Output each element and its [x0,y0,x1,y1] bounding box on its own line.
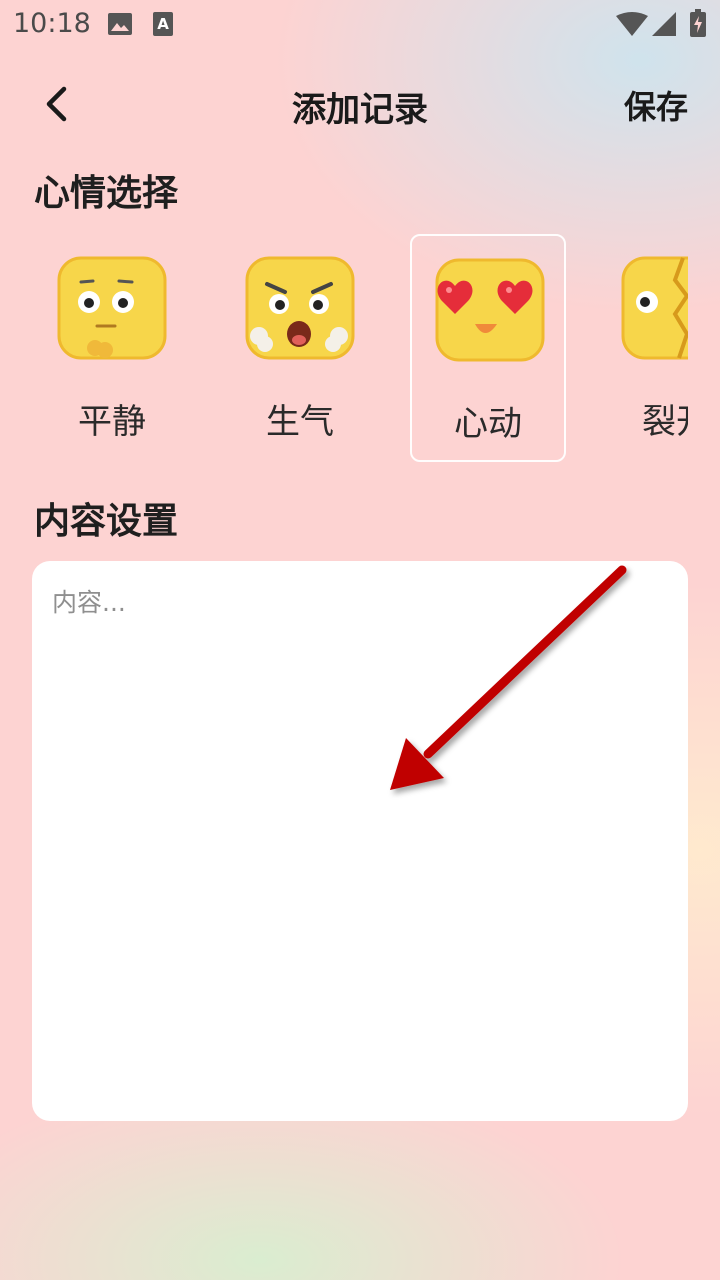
heart-eyes-emoji-icon [435,258,545,362]
status-time: 10:18 [13,8,91,39]
mood-label-calm: 平静 [78,402,146,442]
image-icon [108,13,132,35]
signal-icon [652,12,676,36]
mood-option-calm[interactable]: 平静 [34,234,190,462]
content-input[interactable] [32,561,688,1121]
mood-label-angry: 生气 [266,402,334,442]
mood-option-heart-eyes[interactable]: 心动 [410,234,566,462]
status-bar: 10:18 A [0,0,720,50]
angry-emoji-icon [245,256,355,360]
app-header: 添加记录 保存 [0,68,720,140]
mood-selector: 平静 生气 心动 裂 [32,232,688,466]
mood-label-cracked: 裂开 [642,402,688,442]
mood-option-cracked[interactable]: 裂开 [598,234,688,462]
text-a-icon: A [153,12,173,36]
page-title: 添加记录 [292,90,428,130]
svg-text:A: A [157,15,169,33]
mood-section-title: 心情选择 [34,173,179,214]
content-card [32,561,688,1121]
save-button[interactable]: 保存 [624,82,688,128]
mood-label-heart-eyes: 心动 [454,404,522,444]
calm-emoji-icon [57,256,167,360]
battery-icon [690,9,706,37]
content-section-title: 内容设置 [34,501,179,542]
cracked-emoji-icon [621,256,688,360]
wifi-icon [616,12,648,36]
mood-option-angry[interactable]: 生气 [222,234,378,462]
